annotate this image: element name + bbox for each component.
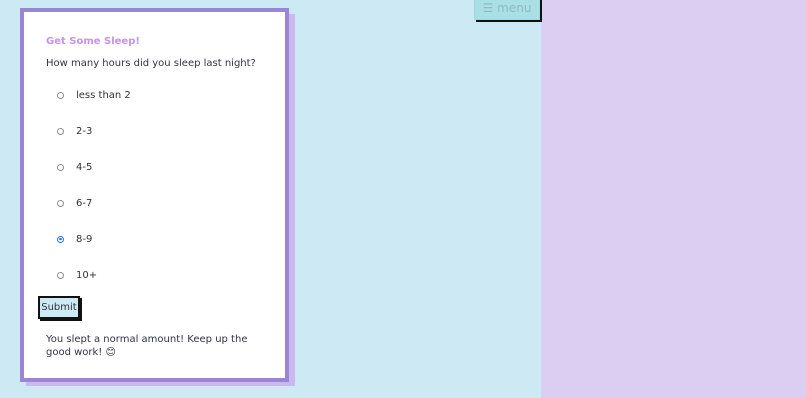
radio-label: 6-7 <box>76 197 93 209</box>
radio-label: 2-3 <box>76 125 93 137</box>
radio-label: 4-5 <box>76 161 93 173</box>
radio-option-8-9[interactable]: 8-9 <box>57 232 92 246</box>
radio-option-less-than-2[interactable]: less than 2 <box>57 88 131 102</box>
radio-option-2-3[interactable]: 2-3 <box>57 124 92 138</box>
radio-button[interactable] <box>57 127 64 135</box>
submit-button[interactable]: Submit <box>38 296 80 319</box>
right-panel <box>541 0 806 398</box>
radio-option-4-5[interactable]: 4-5 <box>57 160 92 174</box>
radio-button-checked[interactable] <box>57 235 64 243</box>
radio-label: less than 2 <box>76 89 131 101</box>
radio-label: 8-9 <box>76 233 93 245</box>
radio-button[interactable] <box>57 163 64 171</box>
result-message: You slept a normal amount! Keep up the g… <box>46 334 248 358</box>
radio-option-6-7[interactable]: 6-7 <box>57 196 92 210</box>
radio-label: 10+ <box>76 269 98 281</box>
form-title: Get Some Sleep! <box>46 36 140 47</box>
sleep-form-card: Get Some Sleep! How many hours did you s… <box>20 8 289 382</box>
radio-button[interactable] <box>57 271 64 279</box>
radio-button[interactable] <box>57 91 64 99</box>
radio-button[interactable] <box>57 199 64 207</box>
radio-option-10-plus[interactable]: 10+ <box>57 268 97 282</box>
menu-button[interactable]: ☰ menu <box>474 0 540 20</box>
form-question: How many hours did you sleep last night? <box>46 58 256 69</box>
